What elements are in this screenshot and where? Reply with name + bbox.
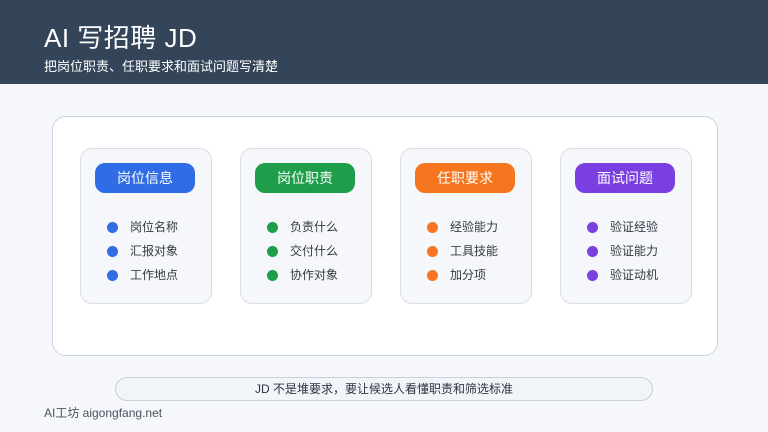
card-title: 岗位信息 <box>95 163 195 193</box>
bullet-dot-icon <box>107 269 118 281</box>
list-item: 负责什么 <box>267 215 338 239</box>
page-title: AI 写招聘 JD <box>44 23 198 53</box>
list-item-label: 验证经验 <box>610 220 659 234</box>
list-item: 验证能力 <box>587 239 658 263</box>
list-item-label: 汇报对象 <box>130 244 179 258</box>
bullet-dot-icon <box>427 269 438 281</box>
card-item-list: 岗位名称 汇报对象 工作地点 <box>107 215 178 287</box>
brand-credit: AI工坊 aigongfang.net <box>44 406 163 420</box>
card-title: 任职要求 <box>415 163 515 193</box>
bullet-dot-icon <box>267 269 278 281</box>
list-item-label: 交付什么 <box>290 244 339 258</box>
list-item: 验证经验 <box>587 215 658 239</box>
list-item: 工具技能 <box>427 239 498 263</box>
bullet-dot-icon <box>427 221 438 233</box>
list-item: 工作地点 <box>107 263 178 287</box>
card-title: 面试问题 <box>575 163 675 193</box>
bullet-dot-icon <box>587 221 598 233</box>
summary-note: JD 不是堆要求，要让候选人看懂职责和筛选标准 <box>115 377 653 401</box>
card-item-list: 负责什么 交付什么 协作对象 <box>267 215 338 287</box>
bullet-dot-icon <box>267 221 278 233</box>
page-subtitle: 把岗位职责、任职要求和面试问题写清楚 <box>44 59 279 74</box>
header-banner: AI 写招聘 JD 把岗位职责、任职要求和面试问题写清楚 <box>0 0 768 84</box>
card-position-info: 岗位信息 岗位名称 汇报对象 工作地点 <box>80 148 212 304</box>
list-item: 岗位名称 <box>107 215 178 239</box>
bullet-dot-icon <box>107 245 118 257</box>
list-item-label: 协作对象 <box>290 268 339 282</box>
list-item: 交付什么 <box>267 239 338 263</box>
bullet-dot-icon <box>107 221 118 233</box>
card-responsibilities: 岗位职责 负责什么 交付什么 协作对象 <box>240 148 372 304</box>
list-item-label: 验证动机 <box>610 268 659 282</box>
list-item-label: 验证能力 <box>610 244 659 258</box>
bullet-dot-icon <box>267 245 278 257</box>
list-item-label: 工作地点 <box>130 268 179 282</box>
card-item-list: 验证经验 验证能力 验证动机 <box>587 215 658 287</box>
list-item: 经验能力 <box>427 215 498 239</box>
list-item: 加分项 <box>427 263 498 287</box>
bullet-dot-icon <box>427 245 438 257</box>
list-item: 协作对象 <box>267 263 338 287</box>
bullet-dot-icon <box>587 269 598 281</box>
bullet-dot-icon <box>587 245 598 257</box>
list-item: 验证动机 <box>587 263 658 287</box>
list-item-label: 经验能力 <box>450 220 499 234</box>
card-interview-questions: 面试问题 验证经验 验证能力 验证动机 <box>560 148 692 304</box>
list-item-label: 加分项 <box>450 268 487 282</box>
card-item-list: 经验能力 工具技能 加分项 <box>427 215 498 287</box>
card-requirements: 任职要求 经验能力 工具技能 加分项 <box>400 148 532 304</box>
list-item-label: 负责什么 <box>290 220 339 234</box>
list-item-label: 岗位名称 <box>130 220 179 234</box>
card-title: 岗位职责 <box>255 163 355 193</box>
list-item-label: 工具技能 <box>450 244 499 258</box>
list-item: 汇报对象 <box>107 239 178 263</box>
